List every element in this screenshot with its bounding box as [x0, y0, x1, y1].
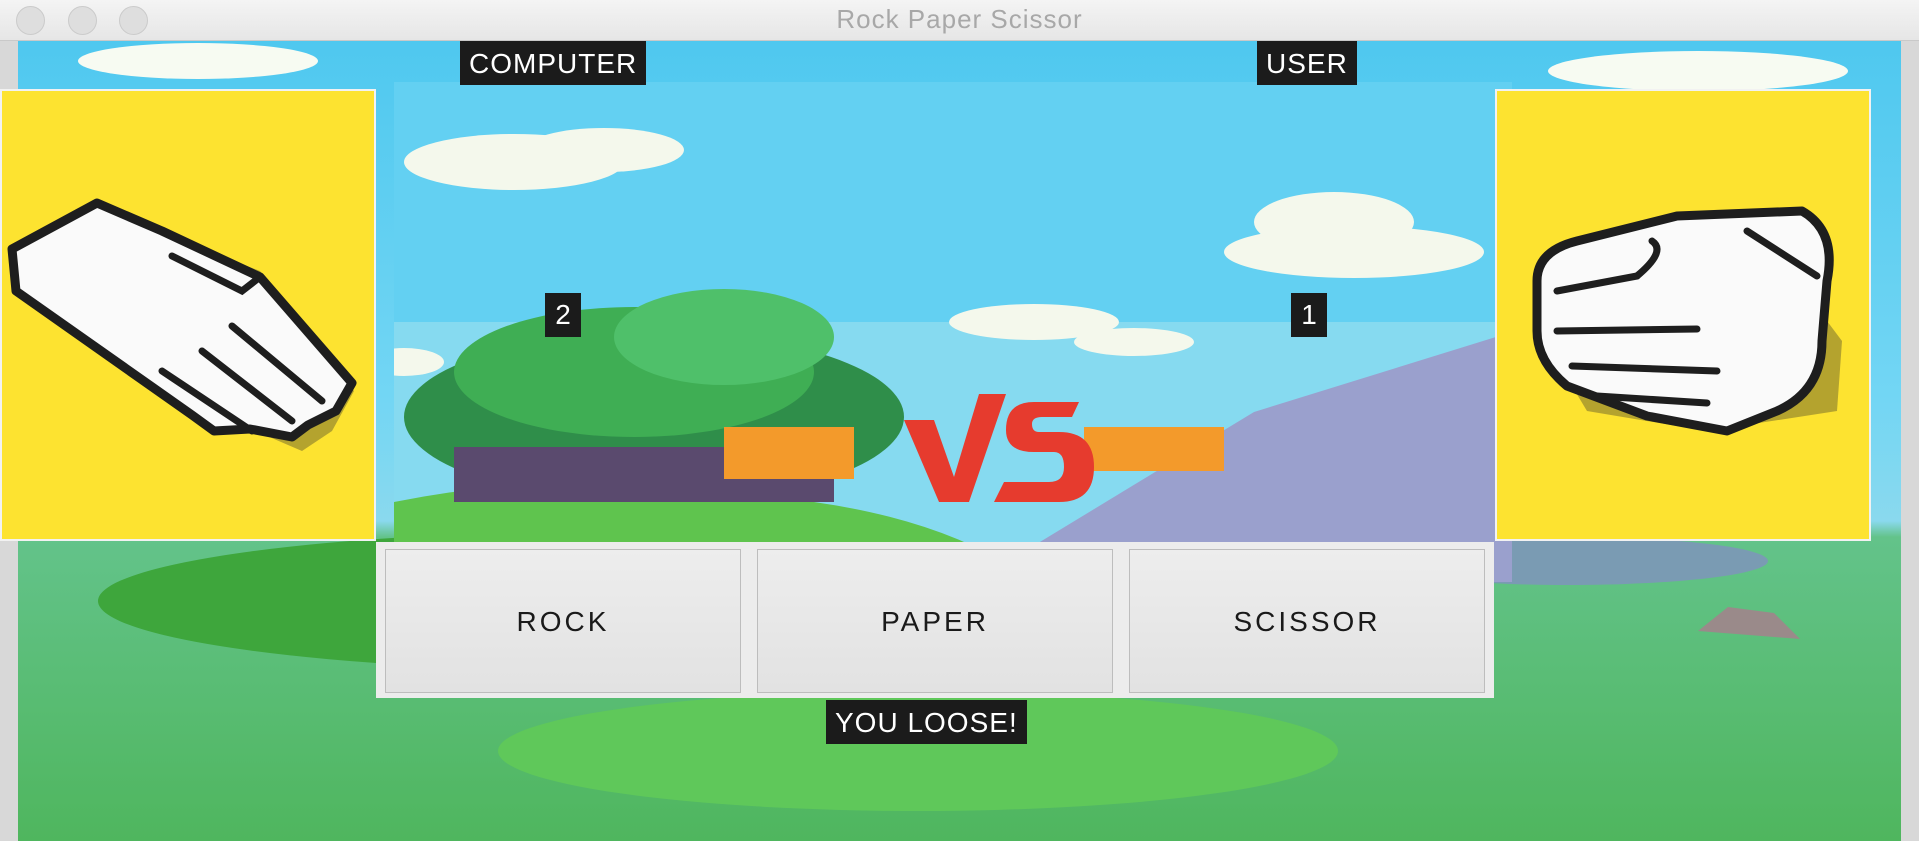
open-hand-icon	[7, 198, 357, 451]
computer-hand-panel	[0, 89, 376, 541]
user-hand-panel	[1495, 89, 1871, 541]
computer-score: 2	[545, 293, 581, 337]
fist-icon	[1532, 206, 1842, 436]
paper-button[interactable]: PAPER	[757, 549, 1113, 693]
user-label: USER	[1257, 41, 1357, 85]
computer-label: COMPUTER	[460, 41, 647, 85]
user-score: 1	[1291, 293, 1327, 337]
window-title: Rock Paper Scissor	[836, 4, 1083, 34]
rock-boulder	[1698, 607, 1800, 639]
choice-buttons: ROCK PAPER SCISSOR	[376, 542, 1494, 698]
rock-button[interactable]: ROCK	[385, 549, 741, 693]
scissor-button[interactable]: SCISSOR	[1129, 549, 1485, 693]
title-bar: Rock Paper Scissor	[0, 0, 1919, 41]
result-text: YOU LOOSE!	[826, 700, 1027, 744]
